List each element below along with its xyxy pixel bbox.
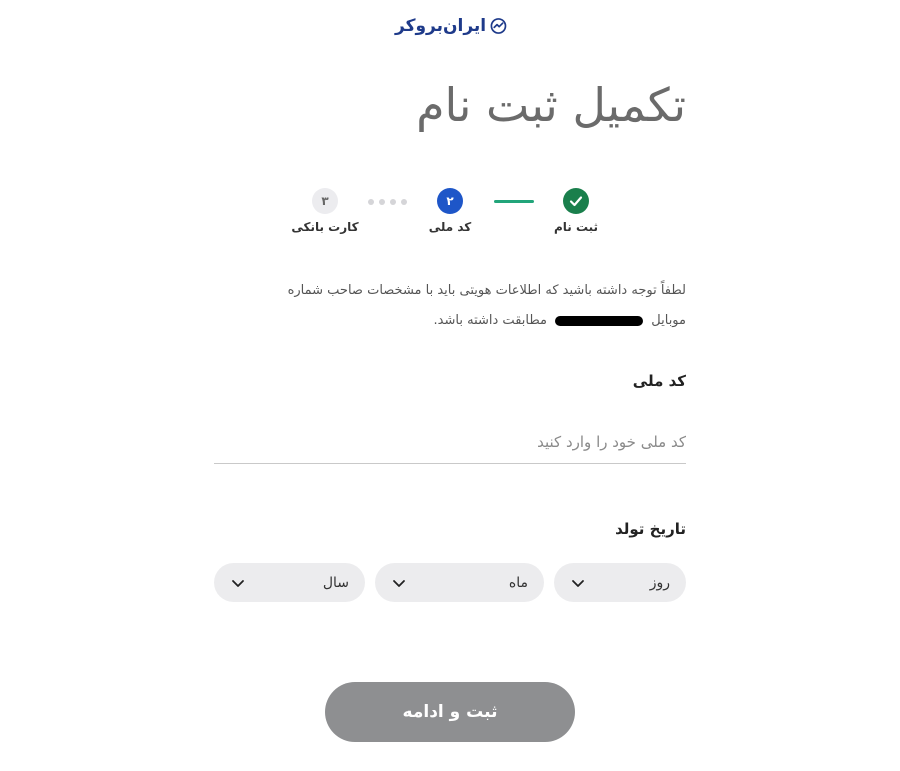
national-code-label: کد ملی	[632, 372, 686, 390]
chevron-down-icon	[572, 579, 584, 587]
month-select[interactable]: ماه	[375, 563, 544, 602]
day-select[interactable]: روز	[554, 563, 686, 602]
brand-name: ایران‌بروکر	[395, 16, 487, 36]
step-label: کارت بانکی	[291, 220, 359, 234]
page-title: تکمیل ثبت نام	[416, 78, 686, 132]
month-select-value: ماه	[508, 574, 528, 591]
page: ایران‌بروکر تکمیل ثبت نام ثبت نام ۲ کد م…	[0, 0, 900, 771]
chevron-down-icon	[232, 579, 244, 587]
national-code-input[interactable]	[214, 420, 686, 464]
step-bank-card: ۳ کارت بانکی	[280, 188, 370, 234]
step-number: ۲	[437, 188, 463, 214]
submit-continue-button[interactable]: ثبت و ادامه	[325, 682, 575, 742]
brand-logo[interactable]: ایران‌بروکر	[395, 12, 507, 40]
notice-line-1: لطفاً توجه داشته باشید که اطلاعات هویتی …	[287, 283, 686, 298]
step-number: ۳	[312, 188, 338, 214]
completed-connector	[494, 200, 534, 203]
step-national-code: ۲ کد ملی	[405, 188, 495, 234]
year-select[interactable]: سال	[214, 563, 365, 602]
notice-line-2-start: موبایل	[651, 313, 686, 328]
day-select-value: روز	[649, 574, 670, 591]
redacted-phone	[555, 315, 644, 326]
pending-connector	[368, 199, 407, 205]
check-icon	[563, 188, 589, 214]
year-select-value: سال	[322, 574, 349, 591]
step-label: ثبت نام	[553, 220, 599, 234]
step-label: کد ملی	[428, 220, 472, 234]
step-registration: ثبت نام	[531, 188, 621, 234]
chevron-down-icon	[393, 579, 405, 587]
notice-line-2-end: مطابقت داشته باشد.	[433, 313, 547, 328]
trend-check-icon	[490, 18, 507, 34]
identity-notice: لطفاً توجه داشته باشید که اطلاعات هویتی …	[214, 276, 686, 336]
birth-date-label: تاریخ تولد	[615, 520, 686, 538]
progress-stepper: ثبت نام ۲ کد ملی ۳ کارت بانکی	[290, 188, 610, 248]
